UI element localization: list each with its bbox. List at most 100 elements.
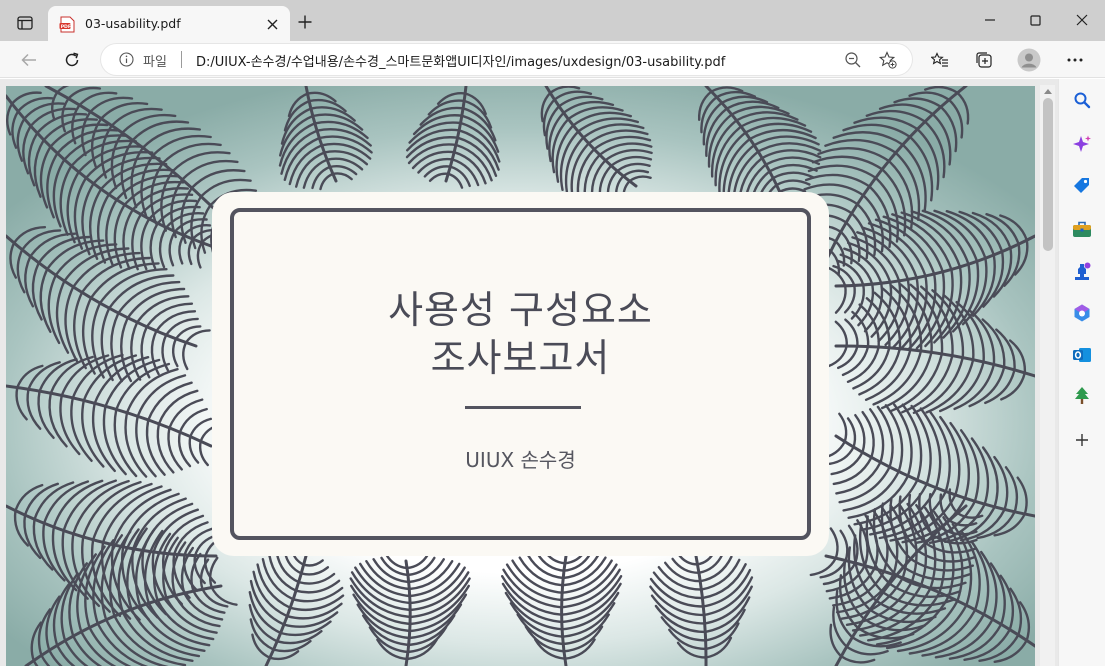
- pdf-viewer[interactable]: 사용성 구성요소 조사보고서 UIUX 손수경: [0, 79, 1058, 666]
- frond-stem: [560, 554, 568, 666]
- frond-leaf: [120, 316, 133, 383]
- frond-leaf: [722, 137, 752, 201]
- frond-leaf: [916, 127, 940, 191]
- tab-actions-icon[interactable]: [10, 10, 40, 36]
- frond-leaf: [187, 237, 194, 266]
- frond-leaf: [616, 162, 651, 173]
- frond-leaf: [453, 151, 487, 185]
- frond-leaf: [676, 641, 708, 659]
- shopping-tag-icon[interactable]: [1070, 174, 1094, 198]
- frond-leaf: [840, 655, 876, 664]
- document-title-line-1: 사용성 구성요소: [388, 288, 653, 332]
- close-window-icon[interactable]: [1065, 8, 1099, 32]
- frond-leaf: [300, 566, 330, 576]
- close-tab-icon[interactable]: [263, 15, 281, 33]
- frond-leaf: [297, 572, 336, 585]
- frond-leaf: [151, 134, 212, 157]
- browser-toolbar: 파일 D:/UIUX-손수경/수업내용/손수경_스마트문화앱UI디자인/imag…: [0, 41, 1105, 78]
- frond-leaf: [834, 284, 847, 314]
- frond-leaf: [149, 222, 159, 270]
- games-icon[interactable]: [1070, 259, 1094, 283]
- frond-leaf: [771, 171, 815, 180]
- add-favorite-icon[interactable]: [878, 51, 897, 69]
- frond-leaf: [48, 392, 68, 448]
- frond-leaf: [764, 156, 821, 166]
- scroll-up-arrow-icon[interactable]: [1044, 89, 1052, 94]
- frond-leaf: [279, 620, 332, 637]
- frond-leaf: [592, 135, 652, 151]
- minimize-icon[interactable]: [973, 8, 1007, 32]
- frond-leaf: [23, 482, 59, 517]
- frond-leaf: [141, 127, 201, 149]
- frond-leaf: [172, 337, 179, 368]
- frond-leaf: [852, 346, 891, 390]
- zoom-out-icon[interactable]: [844, 51, 862, 69]
- toolbox-icon[interactable]: [1070, 217, 1094, 241]
- frond-leaf: [131, 213, 143, 271]
- frond-leaf: [854, 414, 866, 454]
- title-card: 사용성 구성요소 조사보고서 UIUX 손수경: [212, 192, 829, 556]
- frond-leaf: [70, 396, 93, 462]
- refresh-icon[interactable]: [58, 46, 86, 74]
- frond-leaf: [970, 437, 990, 506]
- vertical-scrollbar[interactable]: [1040, 85, 1055, 666]
- address-scheme-label: 파일: [143, 55, 167, 70]
- address-divider: [181, 51, 182, 68]
- title-frame: 사용성 구성요소 조사보고서 UIUX 손수경: [230, 208, 811, 540]
- frond-leaf: [292, 586, 344, 603]
- frond-leaf: [67, 86, 102, 100]
- frond-leaf: [38, 358, 78, 393]
- tree-icon[interactable]: [1070, 384, 1094, 408]
- frond-leaf: [189, 417, 212, 438]
- frond-leaf: [145, 418, 166, 476]
- profile-icon[interactable]: [1015, 46, 1043, 74]
- frond-leaf: [168, 230, 177, 267]
- scroll-thumb[interactable]: [1043, 98, 1053, 251]
- info-icon[interactable]: [119, 52, 134, 67]
- frond-leaf: [828, 445, 855, 465]
- frond-leaf: [199, 558, 210, 591]
- frond-leaf: [839, 529, 849, 562]
- maximize-icon[interactable]: [1018, 8, 1052, 32]
- title-divider: [465, 406, 581, 409]
- favorites-icon[interactable]: [926, 46, 954, 74]
- edge-sidebar: [1058, 79, 1105, 666]
- frond-leaf: [59, 394, 81, 456]
- microsoft-365-icon[interactable]: [1070, 301, 1094, 325]
- add-icon[interactable]: [1070, 428, 1094, 452]
- frond-leaf: [405, 553, 430, 570]
- frond-leaf: [956, 91, 970, 125]
- new-tab-icon[interactable]: [295, 12, 315, 32]
- frond-leaf: [42, 118, 98, 142]
- frond-leaf: [16, 248, 26, 294]
- frond-leaf: [158, 226, 168, 269]
- outlook-icon[interactable]: [1070, 343, 1094, 367]
- frond-leaf: [959, 429, 980, 503]
- document-title-line-2: 조사보고서: [430, 336, 611, 380]
- collections-icon[interactable]: [970, 46, 998, 74]
- frond-leaf: [307, 98, 347, 113]
- frond-leaf: [319, 172, 335, 191]
- copilot-icon[interactable]: [1070, 132, 1094, 156]
- frond-leaf: [622, 169, 650, 178]
- frond-leaf: [147, 381, 193, 422]
- pdf-file-icon: PDF: [59, 16, 75, 33]
- frond-leaf: [91, 482, 153, 541]
- frond-leaf: [323, 150, 369, 166]
- browser-tab[interactable]: PDF 03-usability.pdf: [48, 6, 290, 41]
- frond-leaf: [824, 138, 897, 154]
- frond-leaf: [628, 175, 652, 183]
- address-url[interactable]: D:/UIUX-손수경/수업내용/손수경_스마트문화앱UI디자인/images/…: [196, 51, 725, 70]
- frond-leaf: [372, 558, 410, 584]
- title-bar: PDF 03-usability.pdf: [0, 0, 1105, 41]
- frond-leaf: [136, 374, 187, 418]
- tab-title: 03-usability.pdf: [85, 16, 181, 31]
- frond-leaf: [700, 558, 741, 591]
- frond-leaf: [295, 151, 326, 188]
- back-arrow-icon[interactable]: [15, 46, 43, 74]
- frond-leaf: [33, 481, 75, 521]
- more-icon[interactable]: [1061, 46, 1089, 74]
- address-bar[interactable]: 파일 D:/UIUX-손수경/수업내용/손수경_스마트문화앱UI디자인/imag…: [101, 44, 912, 75]
- search-icon[interactable]: [1070, 88, 1094, 112]
- frond-leaf: [775, 179, 811, 187]
